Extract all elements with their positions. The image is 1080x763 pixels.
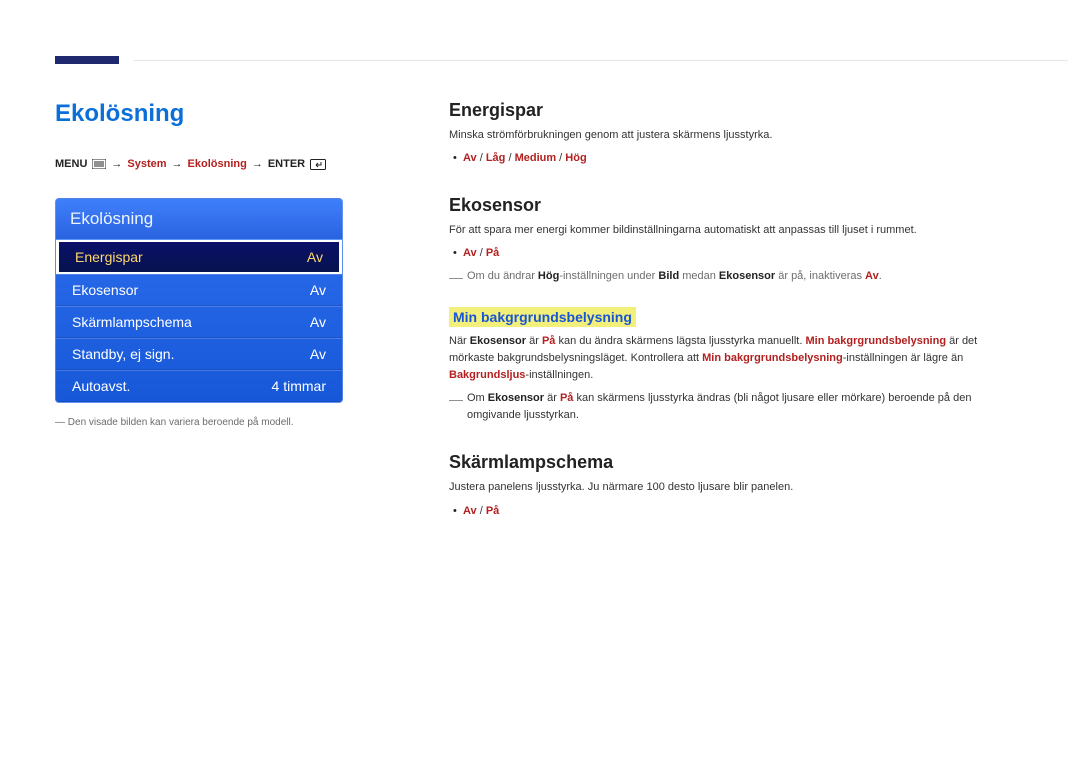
menu-icon [92,158,106,170]
osd-row[interactable]: Skärmlampschema Av [56,306,342,338]
enter-icon [310,158,326,170]
sub-minbak: Min bakgrgrundsbelysning När Ekosensor ä… [449,307,1025,424]
osd-row[interactable]: Ekosensor Av [56,274,342,306]
section-title: Ekolösning [55,100,389,128]
options-ekosensor: Av / På [449,245,1025,262]
osd-row-label: Ekosensor [72,282,138,298]
breadcrumb-enter: ENTER [268,158,305,170]
breadcrumb-system: System [127,158,166,170]
option: På [486,505,499,517]
breadcrumb-ekolosning: Ekolösning [188,158,247,170]
block-energispar: Energispar Minska strömförbrukningen gen… [449,100,1025,167]
caption-text: Den visade bilden kan variera beroende p… [68,417,294,428]
top-rule [134,60,1068,61]
option: Medium [515,152,557,164]
option: Låg [486,152,506,164]
osd-row-value: 4 timmar [272,378,326,394]
osd-row-label: Standby, ej sign. [72,346,174,362]
title-ekosensor: Ekosensor [449,195,1025,216]
desc-minbak: När Ekosensor är På kan du ändra skärmen… [449,333,1025,384]
option: Av [463,247,477,259]
option: På [486,247,499,259]
note-ekosensor: Om du ändrar Hög-inställningen under Bil… [449,268,1025,285]
desc-ekosensor: För att spara mer energi kommer bildinst… [449,222,1025,239]
title-minbak: Min bakgrgrundsbelysning [449,307,636,327]
osd-row[interactable]: Standby, ej sign. Av [56,338,342,370]
osd-row-value: Av [310,346,326,362]
breadcrumb-arrow-2: → [172,158,183,170]
breadcrumb-arrow-1: → [111,158,122,170]
breadcrumb-menu: MENU [55,158,87,170]
image-caption: ― Den visade bilden kan variera beroende… [55,417,389,428]
option: Av [463,152,477,164]
breadcrumb: MENU → System → Ekolösning → ENTER [55,158,389,170]
osd-row[interactable]: Autoavst. 4 timmar [56,370,342,402]
block-skarm: Skärmlampschema Justera panelens ljussty… [449,452,1025,519]
title-energispar: Energispar [449,100,1025,121]
osd-header: Ekolösning [56,199,342,240]
osd-row-label: Energispar [75,249,143,265]
option: Hög [565,152,586,164]
block-ekosensor: Ekosensor För att spara mer energi komme… [449,195,1025,424]
osd-row-value: Av [310,282,326,298]
note-minbak: Om Ekosensor är På kan skärmens ljusstyr… [449,390,1025,424]
desc-energispar: Minska strömförbrukningen genom att just… [449,127,1025,144]
osd-row-value: Av [307,249,323,265]
breadcrumb-arrow-3: → [252,158,263,170]
option: Av [463,505,477,517]
chapter-tab [55,56,119,64]
options-energispar: Av / Låg / Medium / Hög [449,150,1025,167]
osd-panel: Ekolösning EnergisparAvEkosensorAvSkärml… [55,198,343,403]
desc-skarm: Justera panelens ljusstyrka. Ju närmare … [449,479,1025,496]
osd-row[interactable]: Energispar Av [56,240,342,274]
options-skarm: Av / På [449,503,1025,520]
title-skarm: Skärmlampschema [449,452,1025,473]
osd-row-label: Autoavst. [72,378,130,394]
caption-bullet: ― [55,417,65,428]
osd-row-value: Av [310,314,326,330]
osd-row-label: Skärmlampschema [72,314,192,330]
